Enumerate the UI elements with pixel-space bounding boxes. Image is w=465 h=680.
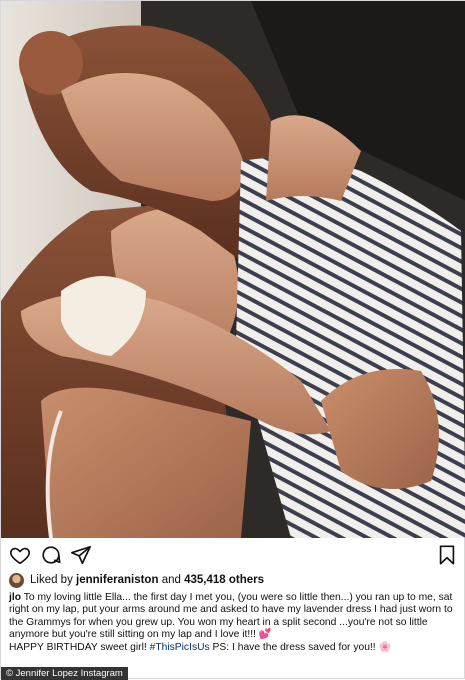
heart-icon[interactable] xyxy=(9,544,31,566)
caption-text: To my loving little Ella... the first da… xyxy=(9,592,453,641)
caption-ps-text: PS: I have the dress saved for you!! xyxy=(209,641,379,653)
instagram-post: Liked by jenniferaniston and 435,418 oth… xyxy=(0,0,465,680)
post-actions-bar xyxy=(9,544,458,568)
share-icon[interactable] xyxy=(70,544,92,566)
post-photo[interactable] xyxy=(1,1,465,538)
caption-username[interactable]: jlo xyxy=(9,592,21,603)
avatar[interactable] xyxy=(9,572,24,588)
bookmark-icon[interactable] xyxy=(436,544,458,566)
flower-emoji: 🌸 xyxy=(378,641,392,653)
likes-and: and xyxy=(161,574,181,586)
comment-icon[interactable] xyxy=(40,544,62,566)
likes-prefix: Liked by xyxy=(30,574,73,586)
hashtag-link[interactable]: #ThisPicIsUs xyxy=(150,642,210,653)
photo-credit: © Jennifer Lopez Instagram xyxy=(1,667,128,680)
liker-username[interactable]: jenniferaniston xyxy=(76,574,158,586)
photo-illustration xyxy=(1,1,465,538)
heart-emoji: 💕 xyxy=(258,629,272,641)
likes-count[interactable]: 435,418 others xyxy=(184,574,264,586)
likes-line: Liked by jenniferaniston and 435,418 oth… xyxy=(9,571,458,589)
post-caption: jlo To my loving little Ella... the firs… xyxy=(9,592,459,654)
caption-birthday-text: HAPPY BIRTHDAY sweet girl! xyxy=(9,641,150,653)
